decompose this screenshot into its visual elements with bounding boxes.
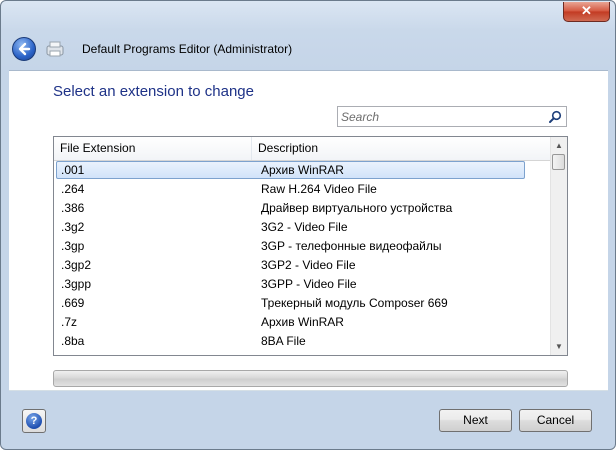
help-icon: ? — [26, 413, 42, 429]
list-item-description: Архив WinRAR — [261, 315, 344, 329]
column-header-description[interactable]: Description — [252, 137, 550, 160]
list-item-description: 8BC File — [261, 351, 307, 355]
list-item-description: Трекерный модуль Composer 669 — [261, 296, 448, 310]
back-button[interactable] — [12, 37, 36, 61]
list-item-description: Архив WinRAR — [261, 163, 344, 177]
column-header-file-extension[interactable]: File Extension — [54, 137, 252, 160]
window-title: Default Programs Editor (Administrator) — [82, 42, 293, 56]
list-item[interactable]: .669 Трекерный модуль Composer 669 — [54, 294, 550, 313]
list-item[interactable]: .8ba 8BA File — [54, 332, 550, 351]
list-item-extension: .264 — [61, 182, 85, 196]
scroll-thumb[interactable] — [552, 154, 565, 170]
list-item-description: 3G2 - Video File — [261, 220, 348, 234]
progress-bar — [53, 370, 568, 387]
search-input[interactable] — [338, 107, 541, 126]
list-item-extension: .001 — [61, 163, 85, 177]
list-item[interactable]: .7z Архив WinRAR — [54, 313, 550, 332]
list-item-description: 3GPP - Video File — [261, 277, 357, 291]
list-item[interactable]: .386 Драйвер виртуального устройства — [54, 199, 550, 218]
list-item[interactable]: .3gp 3GP - телефонные видеофайлы — [54, 237, 550, 256]
list-item[interactable]: .3g2 3G2 - Video File — [54, 218, 550, 237]
scroll-up-arrow-icon[interactable]: ▲ — [551, 137, 567, 154]
list-item-description: Драйвер виртуального устройства — [261, 201, 453, 215]
back-arrow-icon — [18, 42, 31, 56]
list-item-extension: .3g2 — [61, 220, 85, 234]
app-icon — [46, 41, 64, 57]
search-icon[interactable] — [548, 110, 562, 124]
dialog-window: ✕ Default Programs Editor (Administrator… — [0, 0, 616, 450]
list-item-extension: .3gp2 — [61, 258, 92, 272]
help-button[interactable]: ? — [22, 409, 46, 433]
content-area: Select an extension to change File Exten… — [9, 70, 608, 391]
list-item-extension: .669 — [61, 296, 85, 310]
vertical-scrollbar[interactable]: ▲ ▼ — [550, 137, 567, 355]
list-rows: .001 Архив WinRAR .264 Raw H.264 Video File… — [54, 161, 550, 355]
close-button[interactable]: ✕ — [563, 2, 610, 22]
page-heading: Select an extension to change — [53, 83, 254, 100]
list-header: File Extension Description — [54, 137, 550, 161]
next-button[interactable]: Next — [439, 409, 512, 432]
list-item[interactable]: .264 Raw H.264 Video File — [54, 180, 550, 199]
search-box — [337, 106, 567, 127]
list-item[interactable]: .3gpp 3GPP - Video File — [54, 275, 550, 294]
list-item[interactable]: .001 Архив WinRAR — [54, 161, 550, 180]
list-item[interactable]: .8bc 8BC File — [54, 351, 550, 355]
list-item-extension: .386 — [61, 201, 85, 215]
list-item-extension: .8ba — [61, 334, 85, 348]
scroll-down-arrow-icon[interactable]: ▼ — [551, 338, 567, 355]
list-item-description: 3GP2 - Video File — [261, 258, 356, 272]
cancel-button[interactable]: Cancel — [519, 409, 592, 432]
list-item[interactable]: .3gp2 3GP2 - Video File — [54, 256, 550, 275]
extension-list[interactable]: File Extension Description .001 Архив Win… — [53, 136, 568, 356]
list-item-extension: .7z — [61, 315, 78, 329]
list-item-description: Raw H.264 Video File — [261, 182, 377, 196]
list-item-extension: .3gpp — [61, 277, 92, 291]
list-item-extension: .3gp — [61, 239, 85, 253]
list-item-description: 8BA File — [261, 334, 306, 348]
list-item-extension: .8bc — [61, 351, 84, 355]
close-icon: ✕ — [581, 3, 592, 18]
list-item-description: 3GP - телефонные видеофайлы — [261, 239, 442, 253]
